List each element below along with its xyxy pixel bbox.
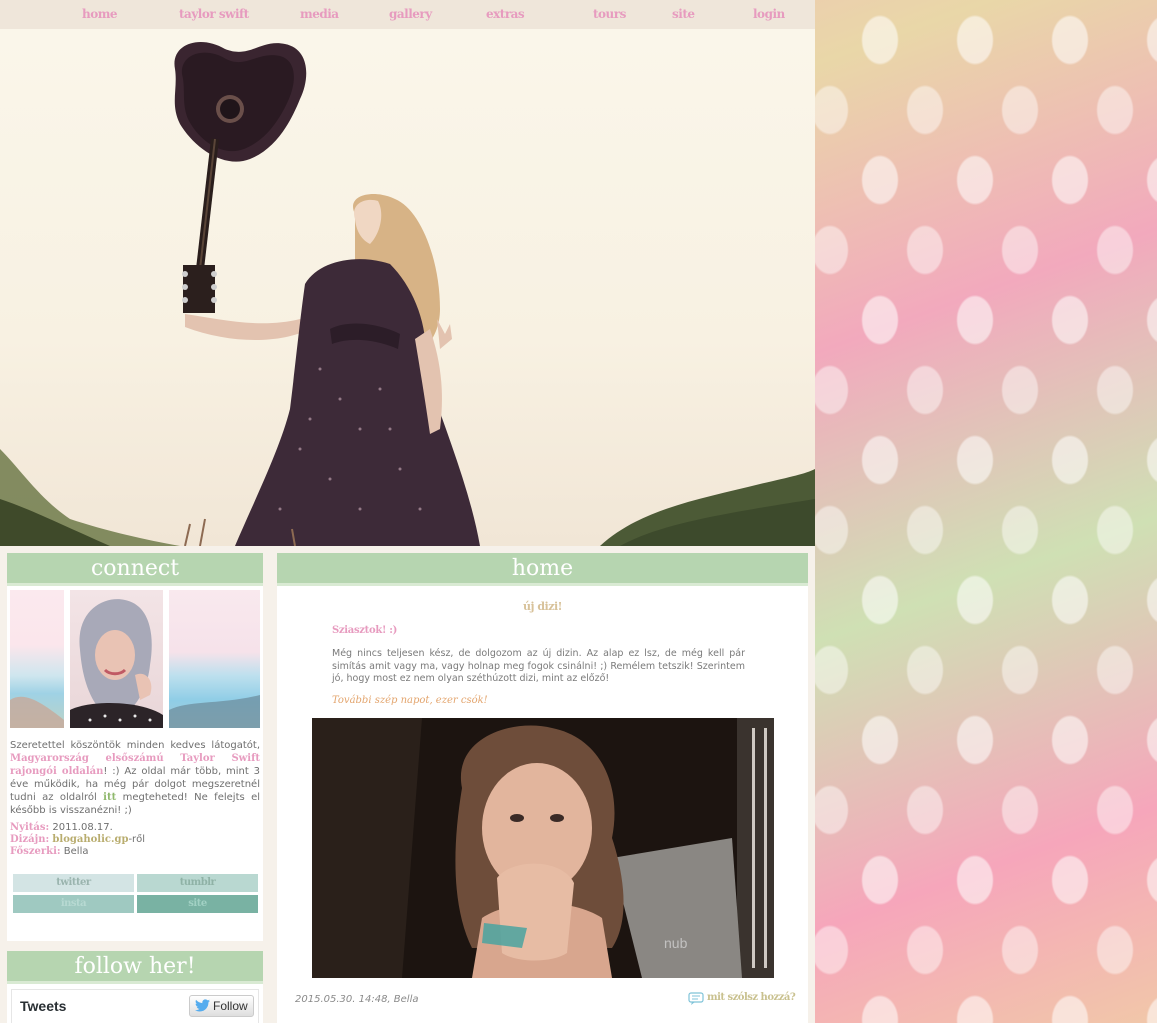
comment-link[interactable]: mit szólsz hozzá?	[707, 992, 796, 1003]
photo-thumbnail	[10, 590, 64, 728]
guitar-illustration	[174, 41, 307, 313]
nav-media[interactable]: media	[300, 7, 339, 21]
post-container: új dizi! Sziasztok! :) Még nincs teljese…	[277, 586, 808, 1023]
tumblr-button[interactable]: tumblr	[137, 874, 258, 892]
tweets-widget: Tweets Follow	[7, 984, 263, 1023]
header-banner	[0, 29, 815, 546]
nav-login[interactable]: login	[753, 7, 785, 21]
site-meta: Nyitás: 2011.08.17. Dizájn: blogaholic.g…	[10, 822, 146, 857]
design-credit-link[interactable]: blogaholic.gp	[52, 834, 128, 845]
nav-extras[interactable]: extras	[486, 7, 525, 21]
photo-thumbnail	[169, 590, 260, 728]
tweets-label: Tweets	[20, 998, 67, 1014]
post-body: Még nincs teljesen kész, de dolgozom az …	[332, 648, 745, 684]
photo-portrait	[70, 590, 163, 728]
connect-title: connect	[7, 553, 263, 586]
main-title: home	[277, 553, 808, 586]
site-button[interactable]: site	[137, 895, 258, 913]
post-signoff: További szép napot, ezer csók!	[332, 695, 488, 706]
post-greeting: Sziasztok! :)	[332, 625, 398, 636]
nav-taylor-swift[interactable]: taylor swift	[179, 7, 249, 21]
insta-button[interactable]: insta	[13, 895, 134, 913]
about-link[interactable]: itt	[103, 792, 116, 803]
comment-icon[interactable]	[688, 992, 704, 1006]
follow-title: follow her!	[7, 951, 263, 984]
top-nav: home taylor swift media gallery extras t…	[0, 0, 815, 29]
post-title[interactable]: új dizi!	[277, 600, 808, 613]
post-date: 2015.05.30. 14:48, Bella	[295, 994, 419, 1005]
woman-figure	[185, 194, 480, 546]
post-image: nub	[312, 718, 774, 978]
follow-button[interactable]: Follow	[189, 995, 254, 1017]
nav-gallery[interactable]: gallery	[389, 7, 432, 21]
twitter-button[interactable]: twitter	[13, 874, 134, 892]
connect-box: Szeretettel köszöntök minden kedves láto…	[7, 586, 263, 941]
intro-text: Szeretettel köszöntök minden kedves láto…	[10, 740, 260, 816]
banner-illustration	[0, 41, 815, 546]
nav-home[interactable]: home	[82, 7, 118, 21]
site-container: home taylor swift media gallery extras t…	[0, 0, 815, 1023]
twitter-bird-icon	[195, 999, 210, 1012]
content-area: connect Szeretettel köszöntök minden ked…	[0, 546, 815, 1023]
nav-tours[interactable]: tours	[593, 7, 626, 21]
nav-site[interactable]: site	[672, 7, 695, 21]
image-watermark: nub	[664, 935, 688, 951]
